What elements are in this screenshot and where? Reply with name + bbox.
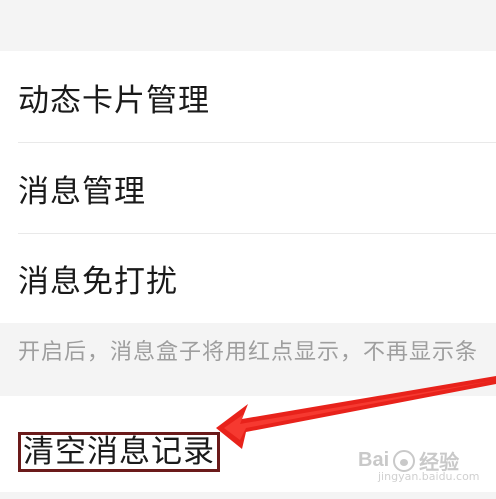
dnd-hint-text: 开启后，消息盒子将用红点显示，不再显示条	[0, 323, 496, 380]
settings-item-message-management[interactable]: 消息管理	[0, 143, 496, 234]
settings-item-dynamic-card[interactable]: 动态卡片管理	[0, 51, 496, 143]
clear-messages-label: 清空消息记录	[18, 432, 220, 472]
settings-item-do-not-disturb[interactable]: 消息免打扰	[0, 234, 496, 323]
settings-item-label: 消息管理	[18, 174, 146, 210]
top-spacer	[0, 0, 496, 51]
bottom-spacer	[0, 492, 496, 499]
settings-item-label: 动态卡片管理	[18, 82, 210, 119]
watermark-url: jingyan.baidu.com	[378, 470, 480, 483]
watermark-brand: Bai	[358, 449, 390, 471]
paw-icon	[393, 449, 416, 472]
settings-item-label: 消息免打扰	[18, 264, 178, 300]
